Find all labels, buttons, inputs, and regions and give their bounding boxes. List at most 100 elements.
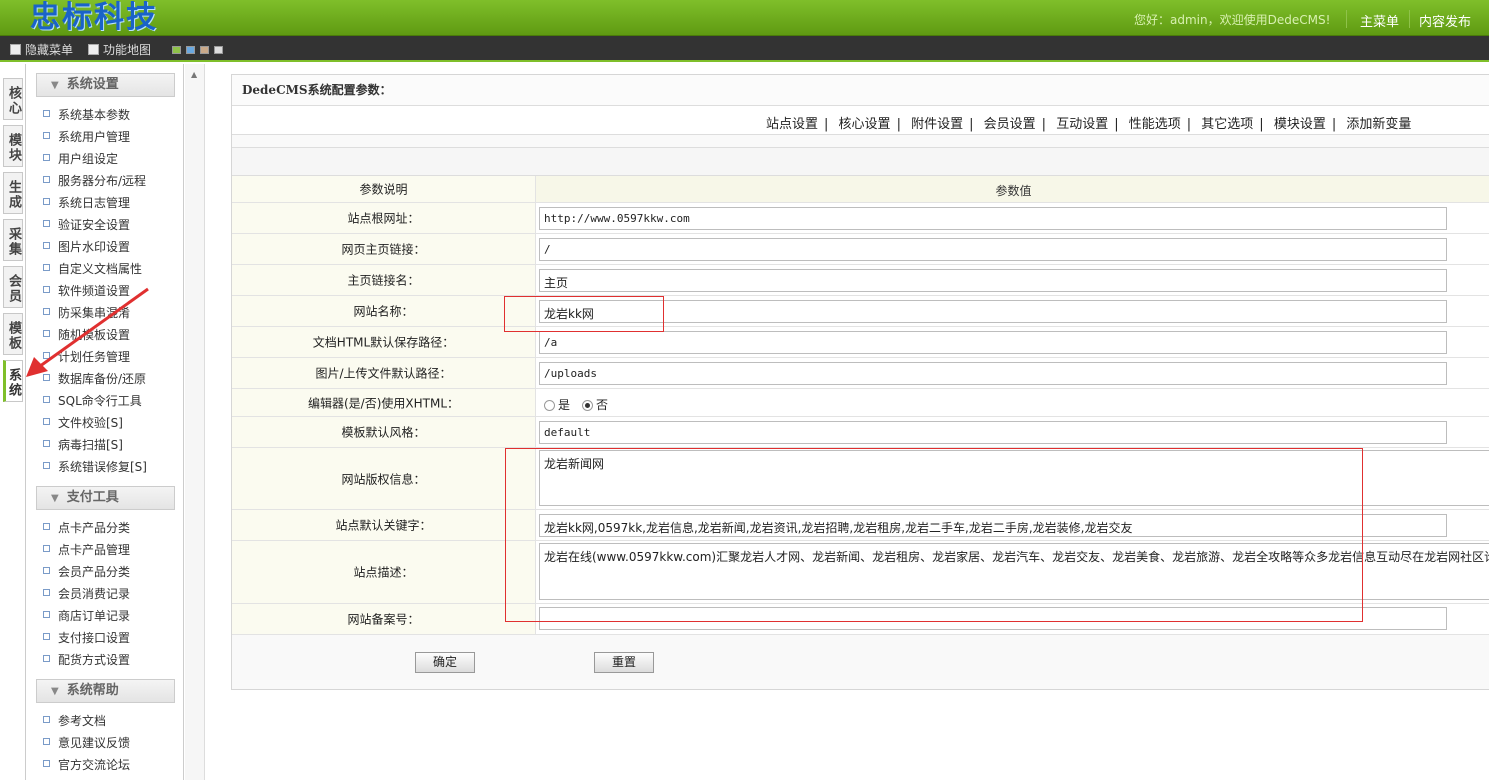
- xhtml-yes-radio[interactable]: 是: [544, 396, 570, 413]
- menu-item[interactable]: 配货方式设置: [43, 652, 130, 668]
- table-row: 图片/上传文件默认路径： /uploads: [232, 358, 1489, 389]
- header-divider: [1346, 10, 1347, 28]
- field-label: 站点根网址：: [347, 211, 420, 226]
- menu-item[interactable]: 点卡产品分类: [43, 520, 130, 536]
- tab-add-variable[interactable]: 添加新变量: [1346, 117, 1411, 132]
- annotation-arrow-icon: [26, 287, 149, 377]
- menu-group-payment-tools[interactable]: ▼ 支付工具: [36, 486, 175, 510]
- page-title: DedeCMS系统配置参数：: [232, 75, 1489, 106]
- upload-path-input[interactable]: /uploads: [539, 362, 1447, 385]
- row-label-cell: 站点默认关键字：: [232, 510, 536, 540]
- skin-gray-swatch[interactable]: [214, 46, 223, 54]
- tab-module[interactable]: 模块: [3, 125, 23, 167]
- site-map-icon: [88, 44, 99, 55]
- menu-group-system-help[interactable]: ▼ 系统帮助: [36, 679, 175, 703]
- menu-item[interactable]: 文件校验[S]: [43, 415, 123, 431]
- tab-module-settings[interactable]: 模块设置: [1274, 117, 1326, 132]
- menu-item[interactable]: 参考文档: [43, 713, 106, 729]
- row-value-cell: default: [537, 417, 1489, 447]
- menu-group-title: 系统帮助: [66, 683, 119, 698]
- hide-menu-label: 隐藏菜单: [25, 43, 74, 57]
- toolbar: 隐藏菜单 功能地图: [0, 36, 1489, 62]
- menu-item[interactable]: 系统错误修复[S]: [43, 459, 147, 475]
- skin-green-swatch[interactable]: [172, 46, 181, 54]
- tab-site-settings[interactable]: 站点设置: [766, 117, 818, 132]
- row-label-cell: 网页主页链接：: [232, 234, 536, 264]
- menu-item[interactable]: SQL命令行工具: [43, 393, 142, 409]
- menu-group-system-settings[interactable]: ▼ 系统设置: [36, 73, 175, 97]
- field-label: 编辑器(是/否)使用XHTML：: [307, 396, 460, 410]
- tab-other-options[interactable]: 其它选项: [1201, 117, 1253, 132]
- site-map-button[interactable]: 功能地图: [88, 41, 151, 58]
- tab-generate[interactable]: 生成: [3, 172, 23, 214]
- index-url-input[interactable]: /: [539, 238, 1447, 261]
- nav-content-publish[interactable]: 内容发布: [1419, 11, 1471, 30]
- skin-brown-swatch[interactable]: [200, 46, 209, 54]
- menu-splitter[interactable]: ▲: [185, 64, 205, 780]
- menu-item[interactable]: 图片水印设置: [43, 239, 130, 255]
- menu-item[interactable]: 意见建议反馈: [43, 735, 130, 751]
- menu-item[interactable]: 自定义文档属性: [43, 261, 142, 277]
- tab-member-settings[interactable]: 会员设置: [984, 117, 1036, 132]
- tab-core[interactable]: 核心: [3, 78, 23, 120]
- menu-group-title: 系统设置: [66, 77, 119, 92]
- menu-item[interactable]: 系统用户管理: [43, 129, 130, 145]
- field-label: 网站版权信息：: [341, 472, 426, 486]
- tab-core-settings[interactable]: 核心设置: [839, 117, 891, 132]
- reset-button[interactable]: 重置: [594, 652, 654, 673]
- menu-item[interactable]: 支付接口设置: [43, 630, 130, 646]
- menu-item[interactable]: 会员消费记录: [43, 586, 130, 602]
- collapse-arrow-icon[interactable]: ▲: [191, 70, 197, 79]
- field-label: 站点默认关键字：: [335, 518, 432, 533]
- field-label: 图片/上传文件默认路径：: [315, 366, 452, 381]
- menu-item[interactable]: 系统日志管理: [43, 195, 130, 211]
- table-header: 参数说明 参数值: [232, 176, 1489, 203]
- table-row: 文档HTML默认保存路径： /a: [232, 327, 1489, 358]
- header-label-cell: 参数说明: [232, 176, 536, 202]
- table-row: 网页主页链接： /: [232, 234, 1489, 265]
- highlight-box-seo-fields: [505, 448, 1363, 622]
- menu-item[interactable]: 病毒扫描[S]: [43, 437, 123, 453]
- submit-button[interactable]: 确定: [415, 652, 475, 673]
- template-style-input[interactable]: default: [539, 421, 1447, 444]
- menu-item[interactable]: 会员产品分类: [43, 564, 130, 580]
- row-value-cell: /: [537, 234, 1489, 264]
- menu-item[interactable]: 验证安全设置: [43, 217, 130, 233]
- skin-blue-swatch[interactable]: [186, 46, 195, 54]
- row-label-cell: 文档HTML默认保存路径：: [232, 327, 536, 357]
- nav-main-menu[interactable]: 主菜单: [1360, 11, 1399, 30]
- row-label-cell: 编辑器(是/否)使用XHTML：: [232, 389, 536, 416]
- table-row: 主页链接名： 主页: [232, 265, 1489, 296]
- xhtml-no-radio[interactable]: 否: [582, 396, 608, 413]
- menu-item[interactable]: 官方交流论坛: [43, 757, 130, 773]
- site-map-label: 功能地图: [103, 43, 152, 57]
- tab-attachment-settings[interactable]: 附件设置: [911, 117, 963, 132]
- radio-label: 否: [596, 398, 609, 412]
- menu-item[interactable]: 用户组设定: [43, 151, 118, 167]
- site-url-input[interactable]: http://www.0597kkw.com: [539, 207, 1447, 230]
- field-label: 网站名称：: [353, 304, 414, 319]
- row-label-cell: 主页链接名：: [232, 265, 536, 295]
- radio-selected-icon: [582, 400, 593, 411]
- menu-item[interactable]: 服务器分布/远程: [43, 173, 146, 189]
- menu-item[interactable]: 商店订单记录: [43, 608, 130, 624]
- site-logo: 忠标科技: [30, 0, 158, 35]
- tab-collect[interactable]: 采集: [3, 219, 23, 261]
- hide-menu-button[interactable]: 隐藏菜单: [10, 41, 73, 58]
- tab-interaction-settings[interactable]: 互动设置: [1056, 117, 1108, 132]
- menu-item[interactable]: 点卡产品管理: [43, 542, 130, 558]
- module-tabs: 核心 模块 生成 采集 会员 模板 系统: [0, 64, 26, 780]
- row-value-cell: /uploads: [537, 358, 1489, 388]
- row-label-cell: 站点根网址：: [232, 203, 536, 233]
- index-name-input[interactable]: 主页: [539, 269, 1447, 292]
- header-divider: [1409, 10, 1410, 28]
- welcome-text: 您好：admin，欢迎使用DedeCMS!: [1134, 13, 1331, 27]
- field-label: 主页链接名：: [347, 273, 420, 288]
- row-label-cell: 网站版权信息：: [232, 448, 536, 509]
- site-name-input[interactable]: 龙岩kk网: [539, 300, 1447, 323]
- html-path-input[interactable]: /a: [539, 331, 1447, 354]
- col-value-title: 参数值: [995, 184, 1032, 198]
- menu-item[interactable]: 系统基本参数: [43, 107, 130, 123]
- tab-performance[interactable]: 性能选项: [1129, 117, 1181, 132]
- radio-icon: [544, 400, 555, 411]
